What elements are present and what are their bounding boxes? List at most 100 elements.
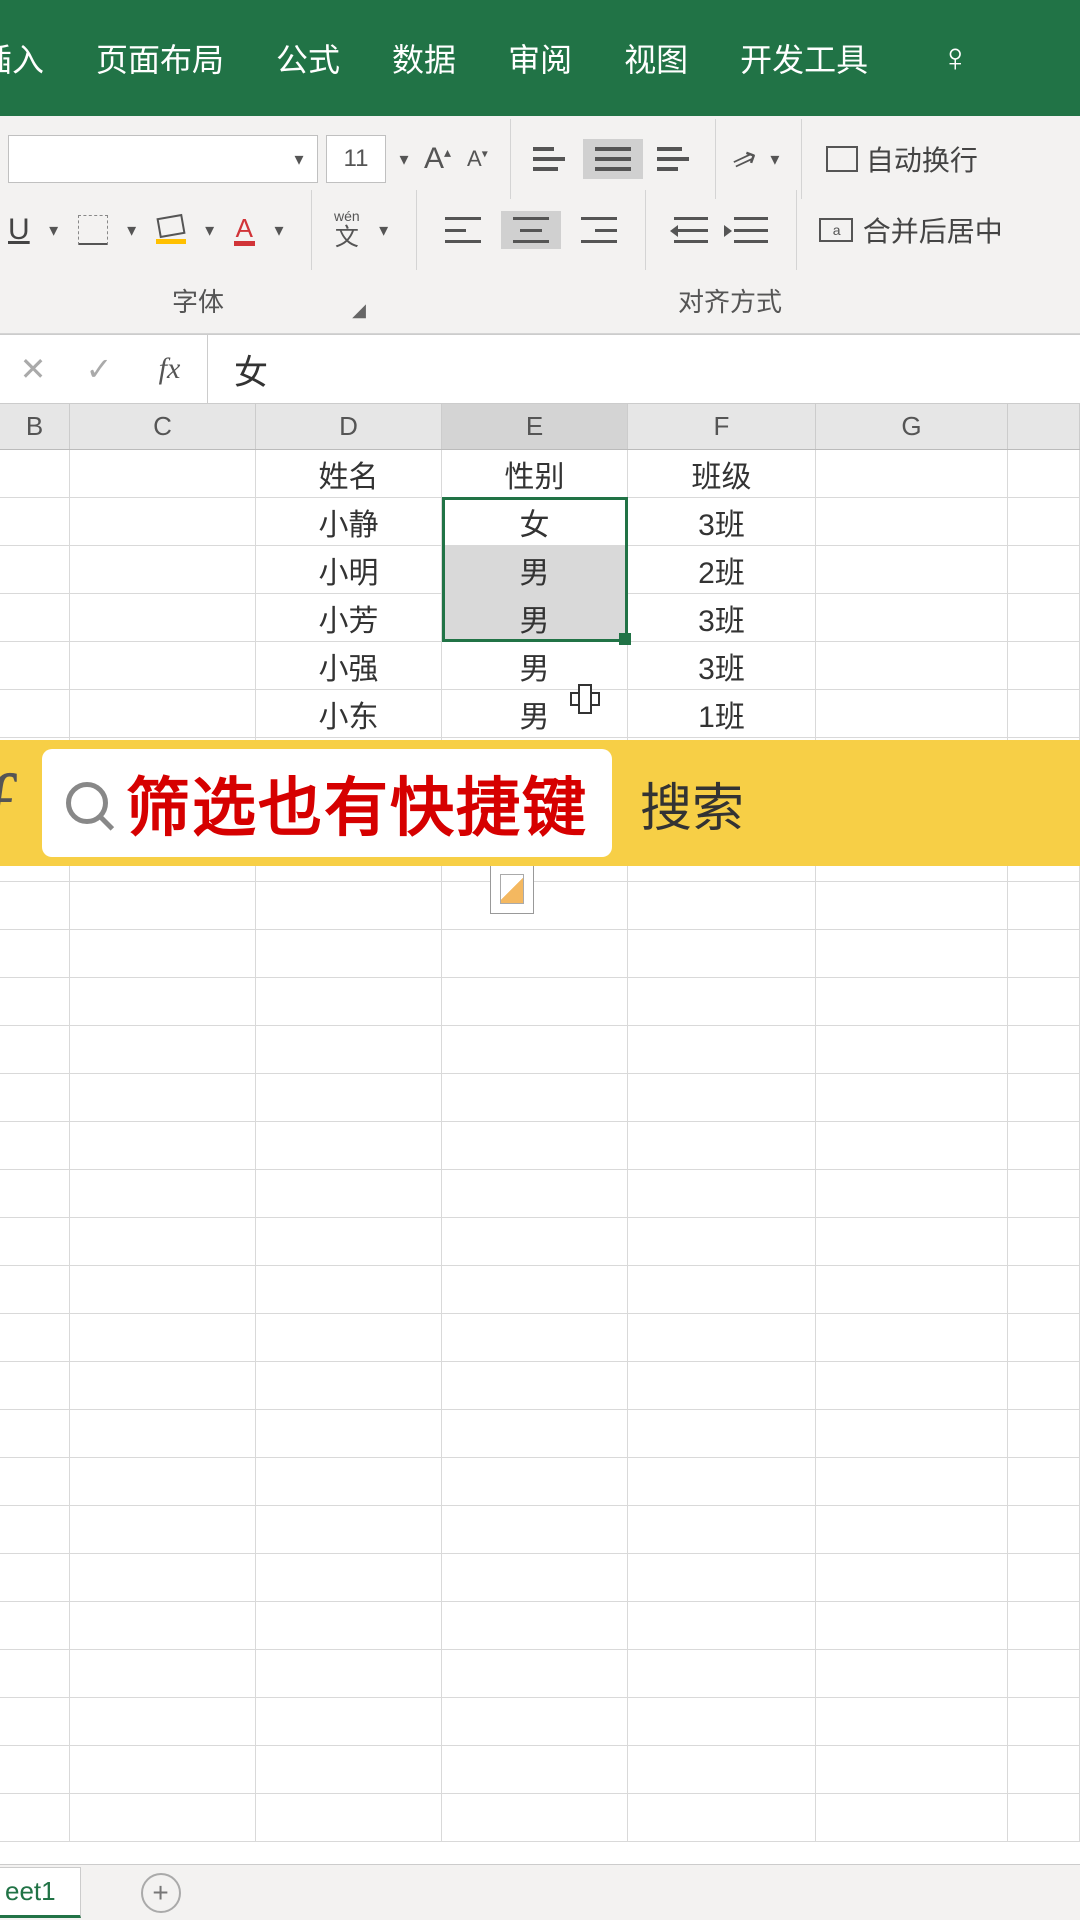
cell[interactable] <box>70 1458 256 1505</box>
cell[interactable] <box>1008 1122 1080 1169</box>
cell[interactable] <box>256 1314 442 1361</box>
cell[interactable] <box>1008 978 1080 1025</box>
table-row[interactable] <box>0 882 1080 930</box>
cell[interactable] <box>70 1554 256 1601</box>
cell[interactable] <box>1008 498 1080 545</box>
cell[interactable]: 男 <box>442 594 628 641</box>
cell[interactable] <box>256 1362 442 1409</box>
cell[interactable] <box>628 1266 816 1313</box>
cell[interactable] <box>816 1122 1008 1169</box>
cell[interactable] <box>70 1506 256 1553</box>
cell[interactable] <box>628 1602 816 1649</box>
cell[interactable] <box>816 1026 1008 1073</box>
underline-button[interactable]: U <box>8 213 30 247</box>
sheet-tab-active[interactable]: eet1 <box>0 1867 81 1918</box>
cell[interactable]: 3班 <box>628 498 816 545</box>
table-row[interactable] <box>0 1410 1080 1458</box>
table-row[interactable] <box>0 1746 1080 1794</box>
cell[interactable] <box>628 930 816 977</box>
font-name-select[interactable]: ▾ <box>8 135 318 183</box>
cell[interactable] <box>1008 1026 1080 1073</box>
cell[interactable] <box>0 978 70 1025</box>
cell[interactable] <box>256 1218 442 1265</box>
cell[interactable] <box>816 546 1008 593</box>
cell[interactable] <box>442 1122 628 1169</box>
cell[interactable] <box>816 1650 1008 1697</box>
col-header-E[interactable]: E <box>442 404 628 449</box>
cell[interactable] <box>816 498 1008 545</box>
add-sheet-button[interactable]: + <box>141 1873 181 1913</box>
table-row[interactable] <box>0 1026 1080 1074</box>
borders-icon[interactable] <box>78 215 108 245</box>
font-size-dropdown-icon[interactable]: ▾ <box>394 149 414 170</box>
table-row[interactable] <box>0 1266 1080 1314</box>
cell[interactable] <box>816 690 1008 737</box>
cell[interactable] <box>1008 1554 1080 1601</box>
cell[interactable] <box>442 1170 628 1217</box>
cell[interactable] <box>442 1266 628 1313</box>
increase-font-icon[interactable]: A▴ <box>422 142 453 176</box>
cell[interactable] <box>256 1074 442 1121</box>
cell[interactable] <box>70 930 256 977</box>
cell[interactable] <box>0 1074 70 1121</box>
cell[interactable] <box>442 1506 628 1553</box>
cell[interactable] <box>256 1458 442 1505</box>
cell[interactable] <box>628 1794 816 1841</box>
cell[interactable] <box>628 978 816 1025</box>
cell[interactable] <box>1008 1602 1080 1649</box>
cell[interactable] <box>1008 450 1080 497</box>
cell[interactable] <box>0 1698 70 1745</box>
tab-review[interactable]: 审阅 <box>508 35 572 81</box>
cell[interactable] <box>1008 1314 1080 1361</box>
cell[interactable] <box>70 546 256 593</box>
table-row[interactable] <box>0 1458 1080 1506</box>
cell[interactable] <box>0 546 70 593</box>
cell[interactable] <box>256 1506 442 1553</box>
cell[interactable] <box>70 1410 256 1457</box>
fill-color-icon[interactable] <box>156 216 186 244</box>
cell[interactable] <box>442 1074 628 1121</box>
tab-formulas[interactable]: 公式 <box>276 35 340 81</box>
cell[interactable]: 女 <box>442 498 628 545</box>
cell[interactable] <box>442 1458 628 1505</box>
table-row[interactable] <box>0 1362 1080 1410</box>
table-row[interactable]: 小芳男3班 <box>0 594 1080 642</box>
cell[interactable] <box>628 1506 816 1553</box>
cell[interactable] <box>0 1218 70 1265</box>
orientation-icon[interactable]: ⇗ <box>727 138 763 179</box>
cell[interactable] <box>816 1362 1008 1409</box>
cell[interactable] <box>442 1746 628 1793</box>
cell[interactable] <box>628 1170 816 1217</box>
cell[interactable] <box>70 1698 256 1745</box>
increase-indent-icon[interactable] <box>734 217 768 243</box>
cell[interactable] <box>70 498 256 545</box>
cell[interactable] <box>0 1026 70 1073</box>
cell[interactable] <box>1008 546 1080 593</box>
cell[interactable] <box>70 450 256 497</box>
cell[interactable] <box>0 594 70 641</box>
cell[interactable] <box>1008 1506 1080 1553</box>
cell[interactable] <box>70 978 256 1025</box>
col-header-C[interactable]: C <box>70 404 256 449</box>
align-center-icon[interactable] <box>501 211 561 249</box>
font-size-select[interactable]: 11 <box>326 135 386 183</box>
cell[interactable] <box>816 1698 1008 1745</box>
cell[interactable] <box>816 1218 1008 1265</box>
cell[interactable] <box>0 1170 70 1217</box>
cell[interactable] <box>0 690 70 737</box>
col-header-blank[interactable] <box>1008 404 1080 449</box>
cell[interactable] <box>0 1794 70 1841</box>
cell[interactable] <box>0 1314 70 1361</box>
cell[interactable] <box>442 978 628 1025</box>
tell-me-icon[interactable]: ♀ <box>940 36 970 81</box>
cell[interactable] <box>0 1266 70 1313</box>
cell[interactable] <box>70 1602 256 1649</box>
cell[interactable] <box>442 1794 628 1841</box>
cell[interactable] <box>256 1698 442 1745</box>
font-color-dropdown-icon[interactable]: ▾ <box>269 220 289 241</box>
cell[interactable] <box>0 882 70 929</box>
tab-data[interactable]: 数据 <box>392 35 456 81</box>
font-launcher-icon[interactable]: ◢ <box>352 300 366 321</box>
cell[interactable]: 3班 <box>628 594 816 641</box>
cell[interactable] <box>816 1506 1008 1553</box>
